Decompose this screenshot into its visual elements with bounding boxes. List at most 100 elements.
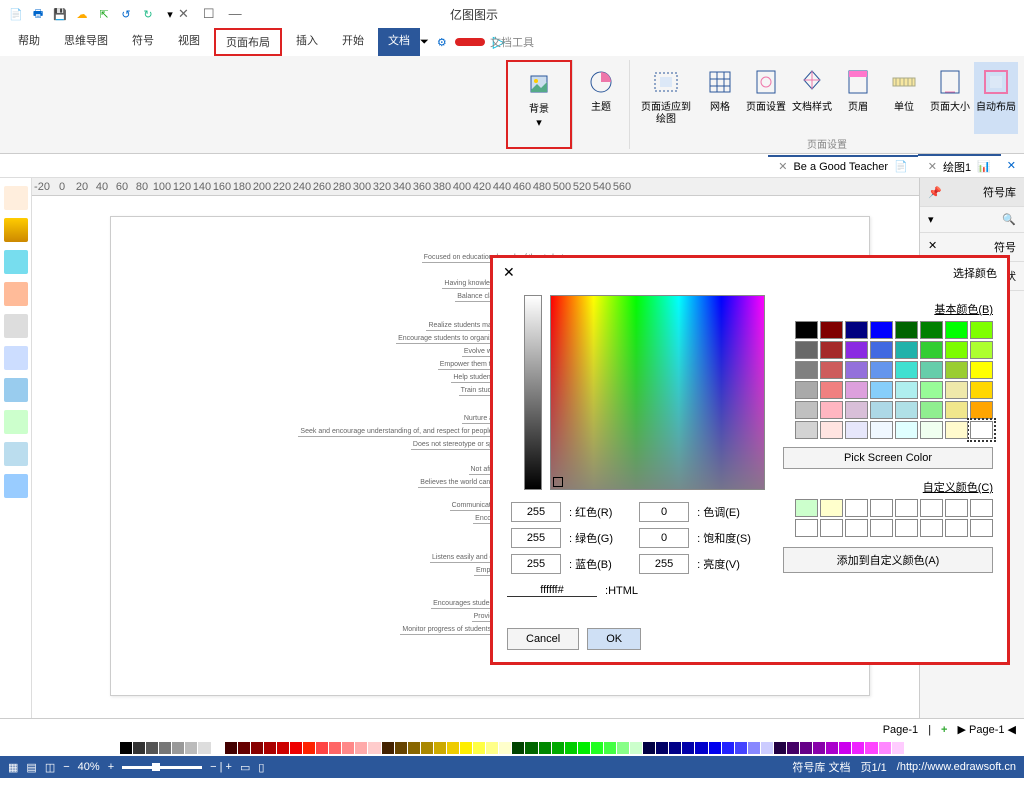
qat-touch-icon[interactable]: ▾	[162, 6, 178, 22]
color-swatch[interactable]	[970, 381, 993, 399]
tool-icon[interactable]	[4, 314, 28, 338]
view-icon[interactable]: ▤	[26, 761, 36, 774]
color-swatch[interactable]	[845, 381, 868, 399]
custom-swatch[interactable]	[820, 499, 843, 517]
color-swatch[interactable]	[795, 401, 818, 419]
add-page-button[interactable]: +	[941, 724, 947, 736]
view-icon[interactable]: ▯	[258, 761, 264, 774]
color-swatch[interactable]	[970, 421, 993, 439]
tool-icon[interactable]	[4, 378, 28, 402]
color-swatch[interactable]	[945, 381, 968, 399]
tool-icon[interactable]	[4, 282, 28, 306]
color-swatch[interactable]	[795, 341, 818, 359]
custom-swatch[interactable]	[820, 519, 843, 537]
color-swatch[interactable]	[920, 421, 943, 439]
close-icon[interactable]: ✕	[778, 160, 787, 173]
ribbon-page-setup[interactable]: 页面设置	[744, 62, 788, 134]
color-swatch[interactable]	[895, 361, 918, 379]
custom-swatch[interactable]	[945, 519, 968, 537]
color-swatch[interactable]	[920, 361, 943, 379]
color-swatch[interactable]	[845, 421, 868, 439]
maximize-icon[interactable]: ☐	[203, 6, 215, 22]
ribbon-units[interactable]: 单位	[882, 62, 926, 134]
green-input[interactable]	[511, 528, 561, 548]
color-swatch[interactable]	[895, 381, 918, 399]
pick-screen-button[interactable]: Pick Screen Color	[783, 447, 993, 469]
tab-insert[interactable]: 插入	[286, 28, 328, 56]
color-swatch[interactable]	[920, 381, 943, 399]
custom-swatch[interactable]	[970, 499, 993, 517]
page-nav[interactable]: ◀ Page-1 ▶	[957, 723, 1016, 736]
zoom-in-icon[interactable]: +	[108, 761, 114, 773]
view-icon[interactable]: ▭	[240, 761, 250, 774]
color-swatch[interactable]	[895, 421, 918, 439]
color-swatch[interactable]	[945, 341, 968, 359]
sat-input[interactable]	[639, 528, 689, 548]
tab-mindmap[interactable]: 思维导图	[54, 28, 118, 56]
tab-symbols[interactable]: 符号	[122, 28, 164, 56]
status-right[interactable]: 符号库 文档	[792, 759, 850, 775]
blue-input[interactable]	[511, 554, 561, 574]
color-swatch[interactable]	[895, 401, 918, 419]
tool-icon[interactable]	[4, 442, 28, 466]
close-icon[interactable]: ✕	[928, 239, 937, 255]
color-swatch[interactable]	[845, 361, 868, 379]
color-swatch[interactable]	[870, 401, 893, 419]
doc-tab-2[interactable]: 📄 Be a Good Teacher ✕	[768, 155, 918, 176]
custom-swatch[interactable]	[870, 519, 893, 537]
gear-icon[interactable]: ⚙	[437, 36, 447, 49]
close-icon[interactable]: ✕	[503, 264, 515, 281]
qat-export-icon[interactable]: ⇱	[96, 6, 112, 22]
page-tab[interactable]: Page-1	[883, 724, 918, 736]
color-swatch[interactable]	[870, 341, 893, 359]
qat-undo-icon[interactable]: ↺	[118, 6, 134, 22]
ribbon-background[interactable]: 背景▾	[517, 64, 561, 136]
close-icon[interactable]: ✕	[178, 6, 189, 22]
tab-document[interactable]: 文档	[378, 28, 420, 56]
tool-icon[interactable]	[4, 250, 28, 274]
tab-view[interactable]: 视图	[168, 28, 210, 56]
cancel-button[interactable]: Cancel	[507, 628, 579, 650]
tab-start[interactable]: 开始	[332, 28, 374, 56]
color-swatch[interactable]	[845, 401, 868, 419]
add-custom-button[interactable]: 添加到自定义颜色(A)	[783, 547, 993, 573]
qat-redo-icon[interactable]: ↻	[140, 6, 156, 22]
tool-icon[interactable]	[4, 186, 28, 210]
color-swatch[interactable]	[870, 381, 893, 399]
color-swatch[interactable]	[820, 341, 843, 359]
color-swatch[interactable]	[970, 401, 993, 419]
color-swatch[interactable]	[845, 321, 868, 339]
color-swatch[interactable]	[920, 321, 943, 339]
tool-icon[interactable]	[4, 346, 28, 370]
color-swatch[interactable]	[920, 401, 943, 419]
custom-swatch[interactable]	[920, 499, 943, 517]
custom-swatch[interactable]	[845, 519, 868, 537]
custom-swatch[interactable]	[895, 499, 918, 517]
color-swatch[interactable]	[970, 321, 993, 339]
color-swatch[interactable]	[820, 321, 843, 339]
color-swatch[interactable]	[870, 421, 893, 439]
color-swatch[interactable]	[870, 321, 893, 339]
tool-icon[interactable]	[4, 410, 28, 434]
custom-swatch[interactable]	[845, 499, 868, 517]
ribbon-doc-style[interactable]: 文档样式	[790, 62, 834, 134]
custom-swatch[interactable]	[970, 519, 993, 537]
red-input[interactable]	[511, 502, 561, 522]
ribbon-auto-layout[interactable]: 自动布局	[974, 62, 1018, 134]
minimize-icon[interactable]: —	[229, 6, 242, 22]
custom-swatch[interactable]	[945, 499, 968, 517]
color-swatch[interactable]	[795, 361, 818, 379]
color-swatch[interactable]	[795, 321, 818, 339]
color-swatch[interactable]	[795, 421, 818, 439]
color-strip[interactable]	[0, 740, 1024, 756]
custom-swatch[interactable]	[870, 499, 893, 517]
ribbon-grid[interactable]: 网格	[698, 62, 742, 134]
color-swatch[interactable]	[820, 401, 843, 419]
doc-tab-1[interactable]: 📊 绘图1 ✕	[918, 154, 1001, 178]
ribbon-theme[interactable]: 主题	[579, 62, 623, 134]
gradient-marker[interactable]	[553, 477, 563, 487]
close-icon[interactable]: ✕	[928, 160, 937, 173]
tool-icon[interactable]	[4, 474, 28, 498]
color-swatch[interactable]	[945, 421, 968, 439]
qat-save-icon[interactable]: 💾	[52, 6, 68, 22]
